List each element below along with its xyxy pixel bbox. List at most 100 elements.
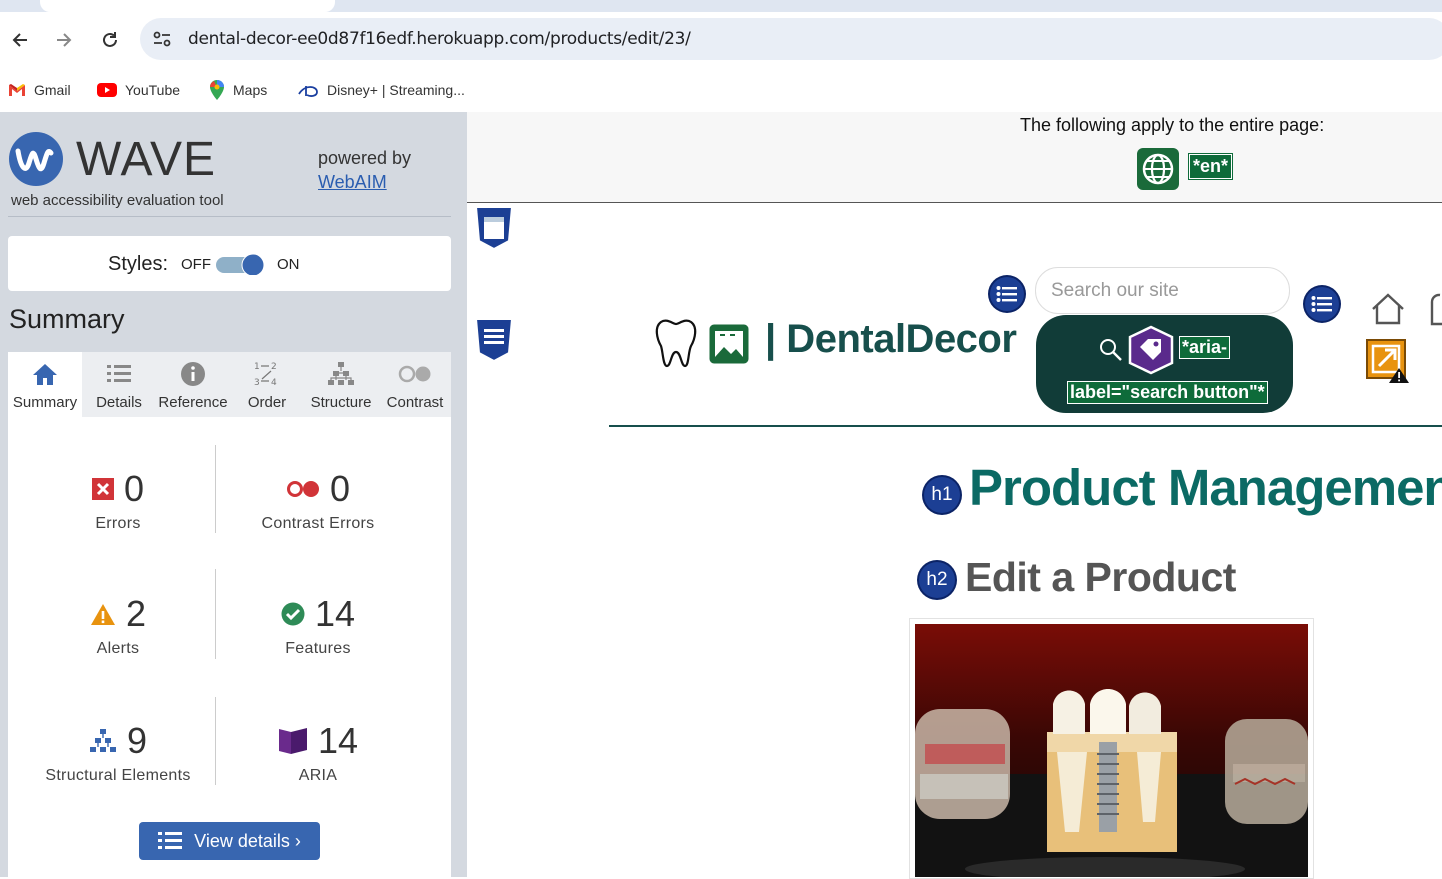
powered-by: powered by [318, 148, 412, 168]
tab-summary[interactable]: Summary [8, 352, 82, 417]
search-input[interactable]: Search our site [1035, 267, 1290, 314]
tab-details[interactable]: Details [82, 352, 156, 417]
page-title: Product Management [969, 459, 1442, 516]
reload-button[interactable] [96, 26, 124, 54]
tab-reference[interactable]: Reference [156, 352, 230, 417]
list-feature-icon[interactable] [987, 274, 1027, 314]
globe-icon [1142, 153, 1174, 185]
tab-label: Details [96, 394, 142, 411]
aria-label: ARIA [298, 767, 338, 784]
h1-badge[interactable]: h1 [921, 474, 963, 516]
summary-panel: 0 Errors 0 Contrast Errors 2 Alerts 14 F… [8, 417, 451, 877]
stat-structural[interactable]: 9 Structural Elements [18, 719, 218, 785]
styles-on-label: ON [277, 256, 300, 273]
tab-label: Contrast [386, 394, 444, 411]
contrast-error-icon [286, 481, 319, 497]
divider [8, 216, 451, 217]
site-brand[interactable]: | DentalDecor [765, 317, 1017, 362]
language-feature-icon[interactable] [1137, 148, 1179, 190]
wave-sidebar: WAVE web accessibility evaluation tool p… [0, 112, 467, 877]
structural-count: 9 [126, 720, 148, 761]
order-icon: 1 2 3 4 [254, 362, 277, 388]
list-icon [107, 365, 131, 382]
maps-icon [210, 80, 224, 100]
error-icon [91, 478, 114, 500]
stat-contrast-errors[interactable]: 0 Contrast Errors [218, 467, 418, 533]
tooth-logo-icon [655, 319, 697, 368]
user-icon[interactable] [1430, 292, 1442, 326]
bookmark-label: YouTube [125, 82, 181, 98]
home-icon[interactable] [1370, 292, 1406, 326]
tab-label: Structure [310, 394, 372, 411]
styles-label: Styles: [108, 253, 169, 275]
active-tab[interactable] [40, 0, 335, 12]
structure-icon [328, 362, 354, 385]
address-bar[interactable]: dental-decor-ee0d87f16edf.herokuapp.com/… [140, 18, 1442, 60]
h2-badge-text: h2 [926, 569, 948, 590]
stat-features[interactable]: 14 Features [218, 592, 418, 658]
aria-label-tag: *aria- [1179, 336, 1231, 359]
product-image [915, 624, 1308, 877]
h2-badge[interactable]: h2 [916, 559, 958, 601]
bookmark-gmail[interactable]: Gmail [8, 78, 71, 102]
bookmark-youtube[interactable]: YouTube [97, 78, 180, 102]
bookmark-disney[interactable]: Disney+ | Streaming... [297, 78, 465, 102]
tab-strip [0, 0, 1442, 12]
tab-structure[interactable]: Structure [304, 352, 378, 417]
url-text[interactable]: dental-decor-ee0d87f16edf.herokuapp.com/… [188, 29, 691, 49]
search-button[interactable]: *aria- label="search button"* [1036, 315, 1293, 413]
dental-implant-photo [915, 624, 1308, 877]
styles-off-label: OFF [181, 256, 211, 273]
search-icon [1100, 339, 1122, 361]
arrow-right-icon [57, 33, 72, 47]
structure-icon [89, 729, 116, 752]
header-divider [609, 425, 1442, 427]
aria-count: 14 [317, 720, 359, 761]
language-tag: *en* [1187, 153, 1234, 180]
errors-label: Errors [95, 515, 141, 532]
reload-icon [103, 32, 117, 47]
bookmark-label: Maps [233, 82, 268, 98]
tab-label: Reference [158, 394, 228, 411]
css-icon[interactable] [473, 317, 515, 363]
wave-brand: WAVE [76, 133, 217, 186]
back-button[interactable] [6, 26, 34, 54]
arrow-left-icon [12, 33, 27, 47]
info-icon [181, 362, 205, 386]
contrast-icon [398, 365, 431, 383]
tab-contrast[interactable]: Contrast [378, 352, 452, 417]
css-icon[interactable] [473, 205, 515, 251]
alerts-count: 2 [125, 593, 147, 634]
svg-text:2: 2 [271, 362, 277, 372]
stat-alerts[interactable]: 2 Alerts [18, 592, 218, 658]
aria-label-icon[interactable] [1126, 325, 1176, 375]
list-icon [1311, 296, 1332, 312]
svg-text:4: 4 [271, 378, 277, 388]
stat-aria[interactable]: 14 ARIA [218, 719, 418, 785]
list-icon [996, 286, 1017, 302]
styles-toggle[interactable] [216, 253, 266, 275]
new-window-alert-icon[interactable] [1365, 338, 1411, 384]
apply-text: The following apply to the entire page: [1020, 115, 1325, 135]
home-icon [33, 364, 57, 385]
structural-label: Structural Elements [45, 767, 191, 784]
tab-label: Summary [12, 394, 78, 411]
page-level-annotations: The following apply to the entire page: … [467, 112, 1442, 203]
errors-count: 0 [123, 468, 145, 509]
image-alt-icon[interactable] [708, 323, 750, 365]
bookmark-maps[interactable]: Maps [209, 78, 267, 102]
contrast-errors-count: 0 [329, 468, 351, 509]
alerts-label: Alerts [96, 640, 140, 657]
view-details-button[interactable]: View details › [139, 822, 320, 860]
aria-icon [278, 728, 307, 754]
checkmark-icon [281, 602, 305, 626]
list-feature-icon[interactable] [1302, 284, 1342, 324]
forward-button[interactable] [50, 26, 78, 54]
webaim-link[interactable]: WebAIM [318, 172, 387, 193]
tab-order[interactable]: 1 2 3 4 Order [230, 352, 304, 417]
wave-tagline: web accessibility evaluation tool [11, 192, 224, 209]
disney-icon [298, 86, 318, 97]
site-settings-icon[interactable] [152, 30, 172, 48]
h1-badge-text: h1 [931, 484, 953, 505]
stat-errors[interactable]: 0 Errors [18, 467, 218, 533]
